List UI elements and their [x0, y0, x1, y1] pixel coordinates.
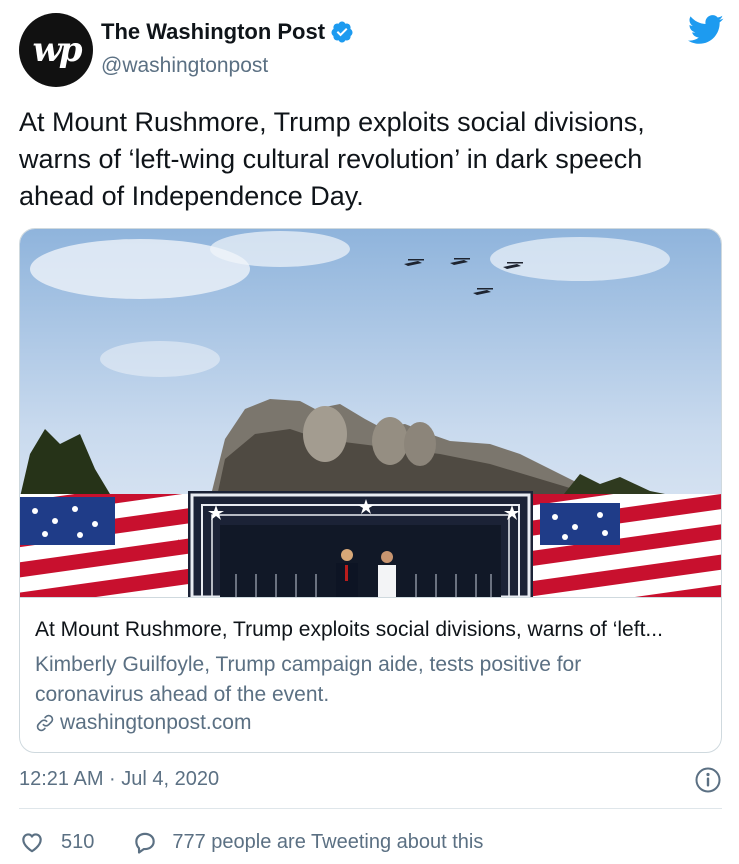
avatar[interactable]: wp	[19, 13, 93, 87]
actions-bar: 510 777 people are Tweeting about this	[19, 826, 483, 858]
meta-row: 12:21 AM · Jul 4, 2020	[19, 766, 722, 796]
twitter-bird-icon[interactable]	[688, 15, 724, 45]
avatar-logo: wp	[32, 30, 82, 70]
tweet-text: At Mount Rushmore, Trump exploits social…	[19, 107, 645, 211]
heart-icon[interactable]	[19, 829, 45, 855]
user-handle[interactable]: @washingtonpost	[101, 54, 268, 78]
tweet-header: wp The Washington Post @washingtonpost	[19, 13, 724, 87]
speech-bubble-icon	[135, 832, 156, 854]
like-count[interactable]: 510	[61, 831, 94, 854]
card-body[interactable]: At Mount Rushmore, Trump exploits social…	[20, 597, 721, 752]
display-name[interactable]: The Washington Post	[101, 19, 325, 45]
timestamp[interactable]: 12:21 AM · Jul 4, 2020	[19, 768, 219, 791]
link-card[interactable]: At Mount Rushmore, Trump exploits social…	[19, 228, 722, 753]
name-row: The Washington Post	[101, 19, 354, 45]
card-domain[interactable]: washingtonpost.com	[60, 711, 251, 735]
verified-badge-icon	[331, 21, 353, 43]
info-icon[interactable]	[694, 766, 722, 794]
reply-action[interactable]: 777 people are Tweeting about this	[132, 829, 483, 855]
card-description: Kimberly Guilfoyle, Trump campaign aide,…	[35, 653, 582, 706]
card-title[interactable]: At Mount Rushmore, Trump exploits social…	[35, 618, 715, 642]
card-image[interactable]	[20, 229, 722, 597]
card-link-row[interactable]: washingtonpost.com	[35, 711, 251, 735]
divider	[19, 808, 722, 809]
link-icon	[36, 714, 54, 732]
tweeting-about-text[interactable]: 777 people are Tweeting about this	[172, 831, 483, 854]
